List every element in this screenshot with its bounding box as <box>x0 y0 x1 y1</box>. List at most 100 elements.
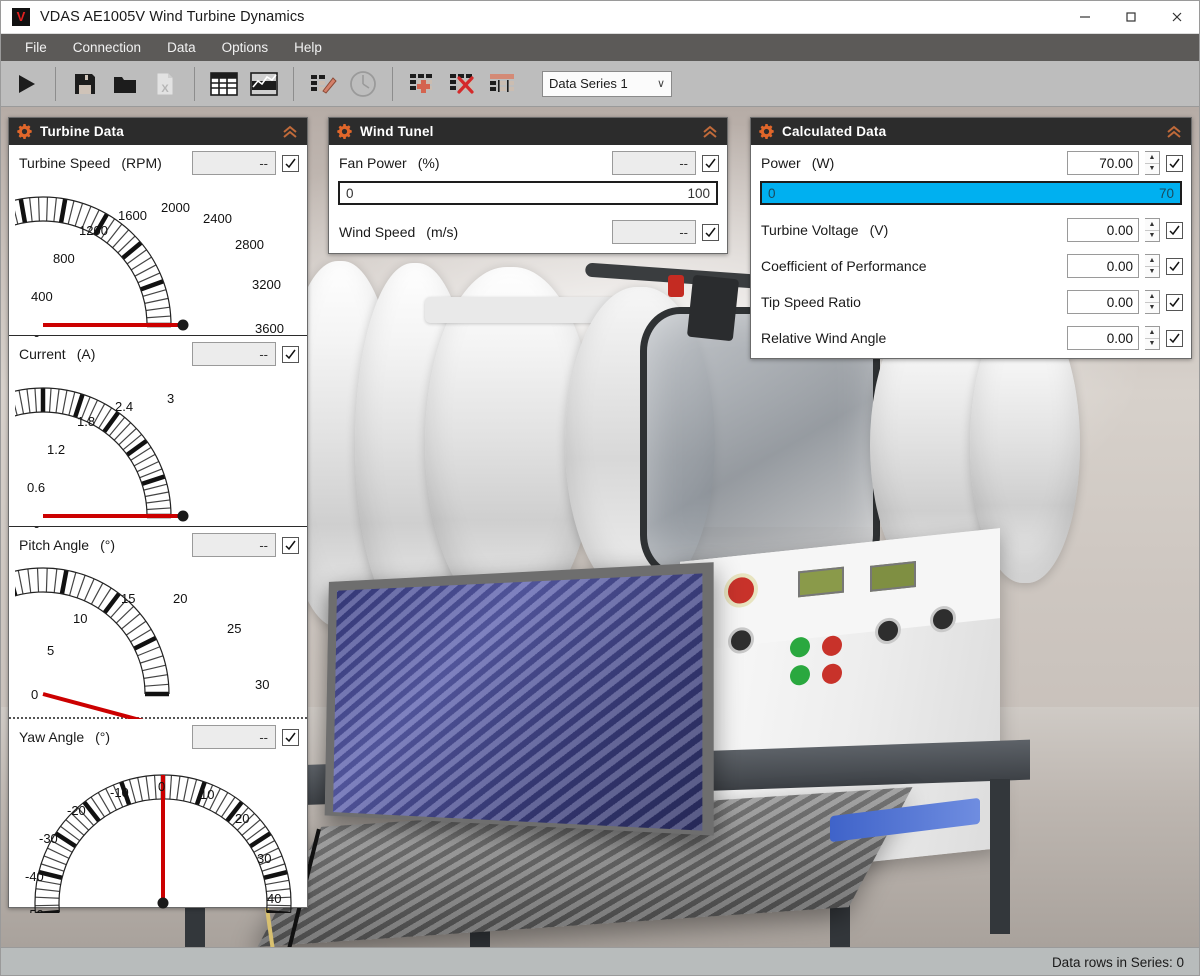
chevron-up-icon[interactable] <box>701 125 719 139</box>
field-wind-speed-value[interactable]: -- <box>612 220 696 244</box>
panel-wind-tunnel-title: Wind Tunel <box>360 124 434 139</box>
slider-fan-power[interactable]: 0 100 <box>338 181 718 205</box>
panel-turbine-data-title: Turbine Data <box>40 124 124 139</box>
series-select[interactable]: Data Series 1 ∨ <box>542 70 672 97</box>
field-turbine-speed-unit: (RPM) <box>121 155 162 171</box>
field-power-checkbox[interactable] <box>1166 154 1183 172</box>
field-tip-speed-ratio-stepper[interactable]: ▲ ▼ <box>1145 290 1160 314</box>
svg-text:20: 20 <box>235 811 249 826</box>
field-turbine-voltage-value[interactable]: 0.00 <box>1067 218 1139 242</box>
field-wind-speed-checkbox[interactable] <box>702 223 719 241</box>
field-turbine-voltage-checkbox[interactable] <box>1166 221 1183 239</box>
panel-calculated-data-title: Calculated Data <box>782 124 887 139</box>
svg-text:30: 30 <box>255 677 269 692</box>
field-turbine-voltage-stepper[interactable]: ▲ ▼ <box>1145 218 1160 242</box>
field-relative-wind-angle-stepper[interactable]: ▲ ▼ <box>1145 326 1160 350</box>
svg-text:3200: 3200 <box>252 277 281 292</box>
field-relative-wind-angle: Relative Wind Angle 0.00 ▲ ▼ <box>751 320 1191 358</box>
laptop-screen <box>324 562 714 836</box>
panel-wind-tunnel-body: Fan Power (%) -- 0 100 Wind Speed (m/s) … <box>329 145 727 253</box>
series-properties-button[interactable] <box>482 65 522 103</box>
svg-text:1200: 1200 <box>79 223 108 238</box>
svg-text:15: 15 <box>121 591 135 606</box>
field-coefficient-of-performance-checkbox[interactable] <box>1166 257 1183 275</box>
field-current-checkbox[interactable] <box>282 345 299 363</box>
field-fan-power-checkbox[interactable] <box>702 154 719 172</box>
field-wind-speed: Wind Speed (m/s) -- <box>329 212 727 253</box>
table-view-button[interactable] <box>204 65 244 103</box>
toolbar-group-run <box>0 65 52 103</box>
menu-item-file[interactable]: File <box>12 34 60 61</box>
field-pitch-angle-unit: (°) <box>100 537 115 553</box>
field-turbine-speed-checkbox[interactable] <box>282 154 299 172</box>
field-wind-speed-label: Wind Speed <box>339 224 416 240</box>
svg-text:-40: -40 <box>25 869 44 884</box>
field-yaw-angle-unit: (°) <box>95 729 111 745</box>
maximize-button[interactable] <box>1108 0 1154 34</box>
field-yaw-angle-checkbox[interactable] <box>282 728 299 746</box>
chevron-up-icon[interactable] <box>281 125 299 139</box>
svg-text:40: 40 <box>267 891 281 906</box>
field-power-stepper[interactable]: ▲ ▼ <box>1145 151 1160 175</box>
svg-text:3: 3 <box>167 391 174 406</box>
slider-power-max: 70 <box>1158 185 1174 201</box>
panel-turbine-data-header[interactable]: Turbine Data <box>9 118 307 145</box>
field-coefficient-of-performance-stepper[interactable]: ▲ ▼ <box>1145 254 1160 278</box>
menu-item-data[interactable]: Data <box>154 34 209 61</box>
close-button[interactable] <box>1154 0 1200 34</box>
toolbar-divider <box>392 66 393 101</box>
graph-view-button[interactable] <box>244 65 284 103</box>
delete-series-button[interactable] <box>442 65 482 103</box>
toolbar-group-view <box>198 65 290 103</box>
svg-text:-10: -10 <box>110 785 129 800</box>
svg-text:400: 400 <box>31 289 53 304</box>
svg-text:-50: -50 <box>25 907 44 913</box>
run-button[interactable] <box>6 65 46 103</box>
status-bar-text: Data rows in Series: 0 <box>1051 954 1184 970</box>
svg-text:X: X <box>161 83 169 95</box>
svg-text:0: 0 <box>31 687 38 702</box>
save-button[interactable] <box>65 65 105 103</box>
gear-icon <box>17 124 32 139</box>
edit-data-button[interactable] <box>303 65 343 103</box>
menu-item-connection[interactable]: Connection <box>60 34 154 61</box>
slider-fan-power-max: 100 <box>687 185 710 201</box>
field-relative-wind-angle-value[interactable]: 0.00 <box>1067 326 1139 350</box>
timer-button[interactable] <box>343 65 383 103</box>
field-relative-wind-angle-label: Relative Wind Angle <box>761 330 887 346</box>
field-coefficient-of-performance-value[interactable]: 0.00 <box>1067 254 1139 278</box>
field-current: Current (A) -- <box>9 336 307 372</box>
field-relative-wind-angle-checkbox[interactable] <box>1166 329 1183 347</box>
slider-fan-power-min: 0 <box>346 185 354 201</box>
menu-item-help[interactable]: Help <box>281 34 335 61</box>
slider-power[interactable]: 0 70 <box>760 181 1182 205</box>
svg-text:2800: 2800 <box>235 237 264 252</box>
field-pitch-angle-checkbox[interactable] <box>282 536 299 554</box>
svg-text:10: 10 <box>200 787 214 802</box>
svg-text:5: 5 <box>47 643 54 658</box>
toolbar-group-edit <box>297 65 389 103</box>
field-wind-speed-unit: (m/s) <box>426 224 459 240</box>
panel-turbine-data-body: Turbine Speed (RPM) -- 0 400 800 1200 <box>9 145 307 913</box>
field-turbine-speed-value[interactable]: -- <box>192 151 276 175</box>
svg-text:-5: -5 <box>27 717 39 719</box>
menu-item-options[interactable]: Options <box>209 34 282 61</box>
panel-wind-tunnel-header[interactable]: Wind Tunel <box>329 118 727 145</box>
field-turbine-speed: Turbine Speed (RPM) -- <box>9 145 307 181</box>
open-button[interactable] <box>105 65 145 103</box>
svg-text:1.2: 1.2 <box>47 442 65 457</box>
field-yaw-angle-value[interactable]: -- <box>192 725 276 749</box>
field-tip-speed-ratio-checkbox[interactable] <box>1166 293 1183 311</box>
field-tip-speed-ratio-value[interactable]: 0.00 <box>1067 290 1139 314</box>
field-power-value[interactable]: 70.00 <box>1067 151 1139 175</box>
chevron-up-icon[interactable] <box>1165 125 1183 139</box>
panel-calculated-data-header[interactable]: Calculated Data <box>751 118 1191 145</box>
series-select-value: Data Series 1 <box>549 76 628 91</box>
export-excel-button[interactable]: X <box>145 65 185 103</box>
add-series-button[interactable] <box>402 65 442 103</box>
field-fan-power-label: Fan Power <box>339 155 407 171</box>
field-current-value[interactable]: -- <box>192 342 276 366</box>
field-pitch-angle-value[interactable]: -- <box>192 533 276 557</box>
minimize-button[interactable] <box>1062 0 1108 34</box>
field-fan-power-value[interactable]: -- <box>612 151 696 175</box>
